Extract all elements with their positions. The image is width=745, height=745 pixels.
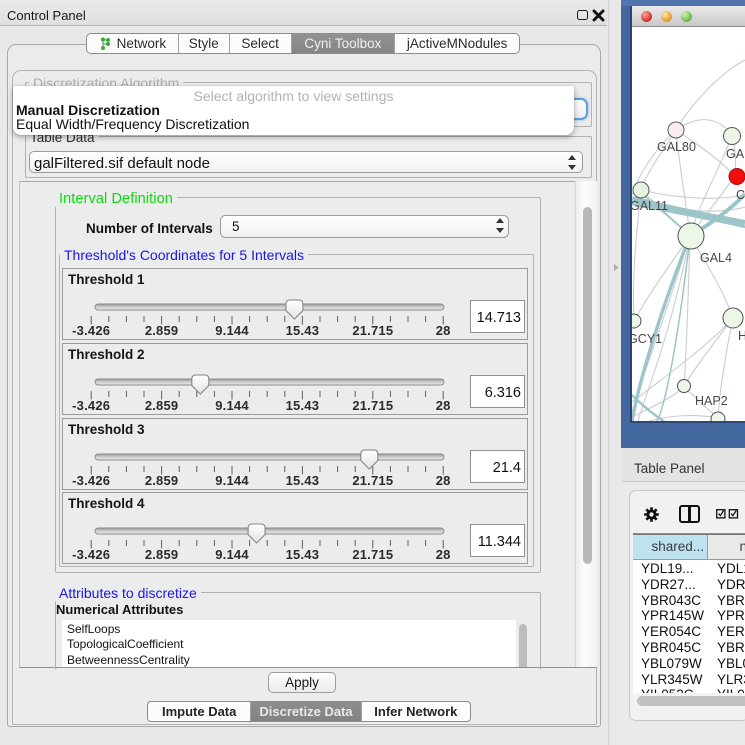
svg-text:C: C: [736, 188, 745, 202]
svg-text:GAL11: GAL11: [632, 199, 668, 213]
svg-text:HAP2: HAP2: [695, 394, 728, 408]
svg-text:GAL80: GAL80: [657, 140, 696, 154]
svg-text:GAL4: GAL4: [700, 251, 732, 265]
svg-text:GCY1: GCY1: [632, 332, 662, 346]
svg-text:H: H: [738, 329, 745, 343]
svg-text:GAL: GAL: [726, 147, 745, 161]
